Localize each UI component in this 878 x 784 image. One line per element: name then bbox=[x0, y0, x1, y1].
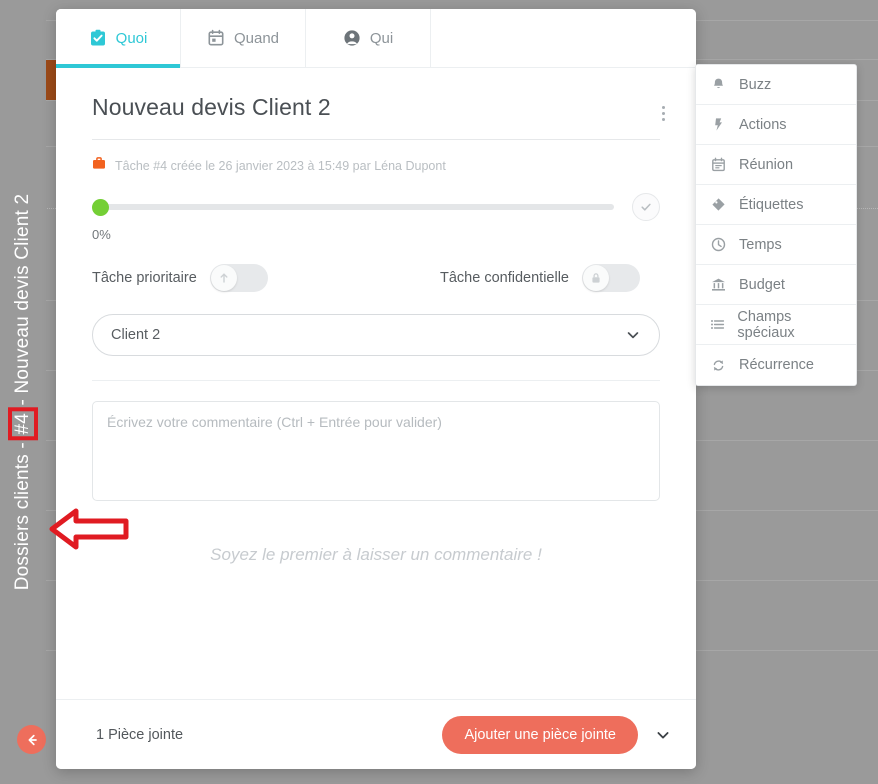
confidential-toggle-group: Tâche confidentielle bbox=[440, 264, 640, 292]
context-menu-label: Récurrence bbox=[739, 357, 814, 373]
add-attachment-button[interactable]: Ajouter une pièce jointe bbox=[442, 715, 638, 754]
context-menu-item-actions[interactable]: Actions bbox=[696, 105, 856, 145]
priority-toggle[interactable] bbox=[209, 264, 268, 292]
clock-icon bbox=[710, 237, 727, 252]
tab-quand[interactable]: Quand bbox=[181, 9, 306, 67]
app-root: nt 1 Dossiers clients - #4 - Nouveau dev… bbox=[0, 0, 878, 784]
checklist-icon bbox=[89, 29, 107, 47]
context-menu-label: Temps bbox=[739, 236, 782, 253]
lock-icon bbox=[592, 273, 600, 283]
context-menu-item-etiquettes[interactable]: Étiquettes bbox=[696, 185, 856, 225]
back-button[interactable] bbox=[17, 725, 46, 754]
context-menu-label: Réunion bbox=[739, 156, 794, 173]
modal-body: Nouveau devis Client 2 Tâche #4 créée le… bbox=[56, 68, 696, 699]
breadcrumb-suffix: - Nouveau devis Client 2 bbox=[12, 193, 33, 411]
task-info-section: Nouveau devis Client 2 Tâche #4 créée le… bbox=[56, 68, 696, 381]
context-menu-item-temps[interactable]: Temps bbox=[696, 225, 856, 265]
comments-empty-state: Soyez le premier à laisser un commentair… bbox=[210, 545, 542, 564]
task-meta: Tâche #4 créée le 26 janvier 2023 à 15:4… bbox=[92, 156, 660, 175]
page-title: Nouveau devis Client 2 bbox=[92, 94, 660, 140]
briefcase-icon bbox=[92, 156, 106, 175]
progress-row bbox=[92, 193, 660, 221]
bolt-icon bbox=[710, 117, 727, 132]
title-row: Nouveau devis Client 2 bbox=[92, 94, 665, 140]
task-meta-text: Tâche #4 créée le 26 janvier 2023 à 15:4… bbox=[115, 158, 446, 173]
context-menu-item-budget[interactable]: Budget bbox=[696, 265, 856, 305]
tab-quand-label: Quand bbox=[233, 29, 280, 47]
context-menu-label: Buzz bbox=[739, 76, 772, 93]
tag-icon bbox=[710, 197, 727, 212]
bell-icon bbox=[710, 77, 727, 92]
person-icon bbox=[343, 29, 361, 47]
context-menu-item-buzz[interactable]: Buzz bbox=[696, 65, 856, 105]
breadcrumb-prefix: Dossiers clients - bbox=[12, 436, 33, 591]
context-menu-label: Budget bbox=[739, 276, 785, 293]
confidential-toggle-label: Tâche confidentielle bbox=[440, 270, 569, 286]
tab-qui-label: Qui bbox=[369, 29, 394, 47]
validate-progress-button[interactable] bbox=[632, 193, 660, 221]
priority-toggle-group: Tâche prioritaire bbox=[92, 264, 268, 292]
progress-percent-label: 0% bbox=[92, 227, 111, 242]
modal-footer: 1 Pièce jointe Ajouter une pièce jointe bbox=[56, 699, 696, 769]
context-menu-item-champs-speciaux[interactable]: Champs spéciaux bbox=[696, 305, 856, 345]
task-reference: Réf. 23T058889 bbox=[466, 22, 628, 47]
calendar-icon bbox=[207, 29, 225, 47]
chevron-down-icon bbox=[625, 327, 641, 343]
context-menu-label: Étiquettes bbox=[739, 196, 804, 213]
task-detail-modal: Quoi Quand Qui Nouveau devis Client 2 Tâ… bbox=[56, 9, 696, 769]
tab-quoi[interactable]: Quoi bbox=[56, 9, 181, 68]
vertical-breadcrumb[interactable]: Dossiers clients - #4 - Nouveau devis Cl… bbox=[8, 193, 38, 591]
context-menu-label: Actions bbox=[739, 116, 787, 133]
progress-handle[interactable] bbox=[92, 198, 109, 216]
comment-zone: Écrivez votre commentaire (Ctrl + Entrée… bbox=[56, 381, 696, 501]
progress-track bbox=[92, 204, 614, 210]
list-icon bbox=[710, 317, 725, 332]
tab-quoi-label: Quoi bbox=[115, 29, 148, 47]
priority-toggle-knob bbox=[210, 265, 237, 291]
bank-icon bbox=[710, 277, 727, 292]
context-menu: Buzz Actions Réunion Étiquettes Temps Bu… bbox=[695, 64, 857, 386]
refresh-icon bbox=[710, 358, 727, 373]
more-vertical-icon[interactable] bbox=[652, 100, 674, 126]
attachment-count: 1 Pièce jointe bbox=[96, 726, 184, 743]
client-select[interactable]: Client 2 bbox=[92, 314, 660, 356]
comment-input[interactable]: Écrivez votre commentaire (Ctrl + Entrée… bbox=[92, 401, 660, 501]
arrow-left-icon bbox=[28, 734, 37, 745]
calendar-icon bbox=[710, 157, 727, 172]
context-menu-item-recurrence[interactable]: Récurrence bbox=[696, 345, 856, 385]
toggles-row: Tâche prioritaire Tâche confidentielle bbox=[92, 264, 660, 292]
check-icon bbox=[641, 203, 651, 211]
context-menu-item-reunion[interactable]: Réunion bbox=[696, 145, 856, 185]
arrow-up-icon bbox=[220, 273, 228, 283]
breadcrumb-task-number-highlight: #4 bbox=[8, 406, 38, 442]
context-menu-label: Champs spéciaux bbox=[737, 308, 795, 341]
background-row-label: nt 1 bbox=[2, 72, 26, 88]
client-select-row: Client 2 bbox=[92, 314, 660, 381]
attachment-chevron-down-icon[interactable] bbox=[654, 726, 672, 744]
client-select-value: Client 2 bbox=[111, 327, 161, 343]
progress-slider[interactable] bbox=[92, 197, 614, 217]
confidential-toggle[interactable] bbox=[582, 264, 640, 292]
priority-toggle-label: Tâche prioritaire bbox=[92, 270, 197, 286]
tab-qui[interactable]: Qui bbox=[306, 9, 431, 67]
confidential-toggle-knob bbox=[583, 265, 609, 291]
